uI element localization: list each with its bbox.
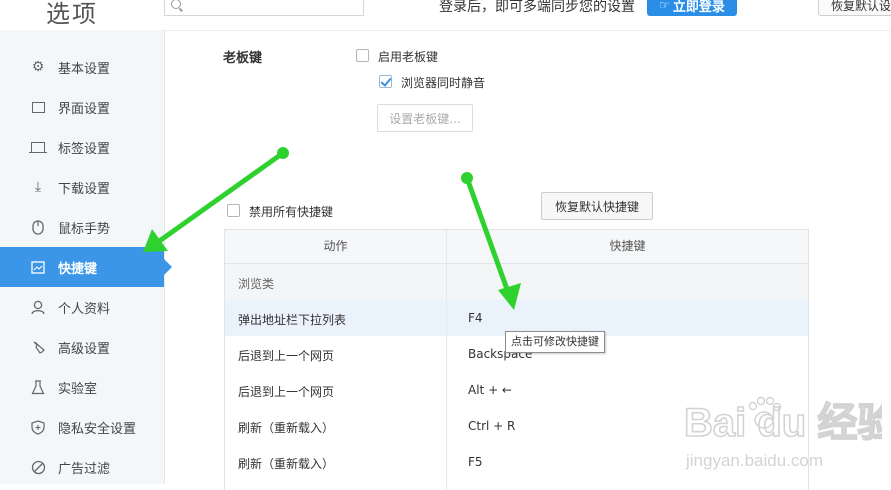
block-icon (30, 459, 46, 475)
shield-icon (30, 419, 46, 435)
sidebar-item-label: 界面设置 (58, 101, 111, 117)
sidebar-item-advanced[interactable]: 高级设置 (0, 327, 164, 367)
sidebar-item-label: 标签设置 (58, 141, 111, 157)
table-row[interactable]: 后退到上一个网页 Alt + ← (225, 372, 808, 408)
hand-pointer-icon: ☞ (659, 0, 670, 12)
sidebar-item-label: 快捷键 (58, 261, 98, 277)
set-boss-key-button[interactable]: 设置老板键... (377, 104, 473, 132)
sidebar-item-profile[interactable]: 个人资料 (0, 287, 164, 327)
sidebar-item-basic[interactable]: ⚙ 基本设置 (0, 47, 164, 87)
login-button-label: 立即登录 (672, 0, 725, 15)
table-group-row: 浏览类 (225, 264, 808, 300)
enable-boss-key-checkbox[interactable] (356, 49, 369, 62)
action-cell: 刷新（重新载入） (238, 421, 335, 435)
table-header: 动作 快捷键 (225, 230, 808, 264)
table-row[interactable]: 刷新（重新载入） Ctrl + R (225, 408, 808, 444)
sidebar: ⚙ 基本设置 界面设置 标签设置 ⤓ 下载设置 鼠标手势 快捷键 个人资料 高级… (0, 30, 172, 487)
login-hint: 登录后，即可多端同步您的设置 (439, 0, 635, 15)
search-input[interactable] (187, 0, 361, 14)
mouse-icon (30, 219, 46, 235)
disable-all-shortcuts-checkbox[interactable] (227, 204, 240, 217)
tab-icon (29, 139, 47, 155)
search-box[interactable] (164, 0, 364, 16)
page-title: 选项 (46, 0, 98, 28)
window-icon (30, 99, 46, 115)
shortcut-cell[interactable]: Ctrl + R (468, 419, 515, 433)
sidebar-item-label: 广告过滤 (58, 461, 111, 477)
shortcut-cell[interactable]: Alt + ← (468, 383, 512, 397)
enable-boss-key-label: 启用老板键 (378, 50, 439, 64)
sidebar-item-label: 基本设置 (58, 61, 111, 77)
tooltip: 点击可修改快捷键 (505, 331, 605, 353)
sidebar-item-download[interactable]: ⤓ 下载设置 (0, 167, 164, 207)
user-icon (30, 299, 46, 315)
group-label: 浏览类 (238, 277, 275, 291)
keyboard-icon (30, 259, 46, 275)
action-cell: 后退到上一个网页 (238, 385, 335, 399)
disable-all-shortcuts-label: 禁用所有快捷键 (249, 205, 334, 219)
action-cell: 弹出地址栏下拉列表 (238, 313, 347, 327)
column-header-action: 动作 (323, 239, 348, 253)
column-header-shortcut: 快捷键 (609, 239, 646, 253)
sidebar-item-privacy[interactable]: 隐私安全设置 (0, 407, 164, 447)
shortcut-cell[interactable]: F4 (468, 311, 483, 325)
download-icon: ⤓ (34, 179, 42, 195)
sidebar-item-label: 高级设置 (58, 341, 111, 357)
mute-browser-checkbox[interactable] (379, 75, 392, 88)
sidebar-item-shortcuts[interactable]: 快捷键 (0, 247, 172, 287)
boss-key-section-label: 老板键 (223, 51, 263, 66)
sidebar-item-label: 实验室 (58, 381, 98, 397)
login-button[interactable]: ☞ 立即登录 (647, 0, 737, 16)
table-row[interactable]: 刷新（重新载入） F5 (225, 444, 808, 480)
flask-icon (30, 379, 46, 395)
action-cell: 刷新（重新载入） (238, 457, 335, 471)
sidebar-item-adblock[interactable]: 广告过滤 (0, 447, 164, 487)
sidebar-item-mouse[interactable]: 鼠标手势 (0, 207, 164, 247)
gear-icon: ⚙ (31, 59, 45, 75)
wrench-icon (30, 339, 46, 355)
shortcuts-table: 动作 快捷键 浏览类 弹出地址栏下拉列表 F4 后退到上一个网页 Backspa… (224, 229, 809, 490)
action-cell: 后退到上一个网页 (238, 349, 335, 363)
search-icon (171, 0, 181, 9)
mute-browser-label: 浏览器同时静音 (401, 76, 486, 90)
sidebar-item-lab[interactable]: 实验室 (0, 367, 164, 407)
column-divider (446, 230, 447, 490)
main-content: 老板键 启用老板键 浏览器同时静音 设置老板键... 禁用所有快捷键 恢复默认快… (165, 31, 891, 490)
sidebar-item-tabs[interactable]: 标签设置 (0, 127, 164, 167)
shortcut-cell[interactable]: F5 (468, 455, 483, 469)
top-bar: 选项 登录后，即可多端同步您的设置 ☞ 立即登录 恢复默认设置 (0, 0, 891, 31)
sidebar-item-label: 个人资料 (58, 301, 111, 317)
sidebar-item-label: 鼠标手势 (58, 221, 111, 237)
sidebar-item-label: 隐私安全设置 (58, 421, 137, 437)
sidebar-item-interface[interactable]: 界面设置 (0, 87, 164, 127)
restore-default-shortcuts-button[interactable]: 恢复默认快捷键 (541, 192, 653, 220)
sidebar-item-label: 下载设置 (58, 181, 111, 197)
restore-defaults-button[interactable]: 恢复默认设置 (818, 0, 891, 16)
